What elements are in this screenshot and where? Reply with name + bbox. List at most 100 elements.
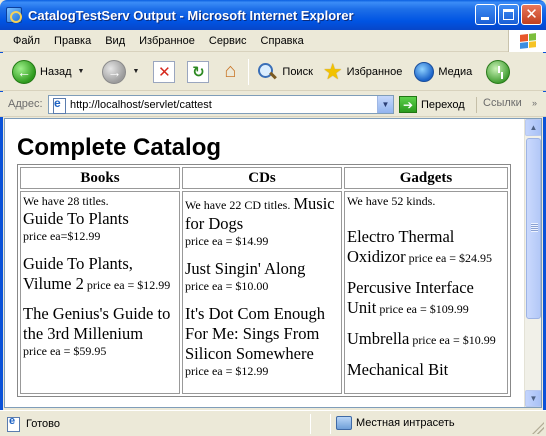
gadget-name: Mechanical Bit [347,360,449,379]
refresh-icon: ↻ [187,60,210,83]
gadget-price: price ea = $109.99 [379,302,469,316]
address-url[interactable]: http://localhost/servlet/cattest [70,99,212,111]
cd-price: price ea = $12.99 [185,364,269,378]
address-input[interactable]: http://localhost/servlet/cattest ▼ [48,95,394,114]
scrollbar-thumb[interactable] [526,138,541,319]
book-price: price ea=$12.99 [23,229,101,243]
stop-button[interactable]: ✕ [151,57,177,87]
go-button[interactable]: ➔ Переход [399,96,465,113]
standard-toolbar: ← Назад ▼ → ▼ ✕ ↻ ⌂ Поиск ★ Избранное Ме… [0,53,546,91]
page-content: Complete Catalog Books CDs Gadgets We ha… [5,119,523,407]
menu-file[interactable]: Файл [6,35,47,47]
search-label: Поиск [282,65,313,78]
links-button[interactable]: Ссылки [476,97,522,113]
forward-dropdown-icon[interactable]: ▼ [132,68,139,75]
ie-window-icon[interactable] [6,7,22,23]
menu-favorites[interactable]: Избранное [132,35,202,47]
status-bar: Готово Местная интрасеть [0,410,546,436]
minimize-icon [481,17,489,20]
status-text: Готово [26,417,60,430]
page-title: Complete Catalog [17,134,222,161]
history-button[interactable] [484,57,512,87]
favorites-button[interactable]: ★ Избранное [321,57,404,87]
book-name: The Genius's Guide to the 3rd Millenium [23,304,171,343]
gadget-name: Umbrella [347,329,410,348]
gadget-price: price ea = $24.95 [408,251,493,265]
search-icon [256,61,278,83]
search-button[interactable]: Поиск [254,57,314,87]
catalog-table: Books CDs Gadgets We have 28 titles. Gui… [17,164,511,397]
intranet-zone-icon [336,416,352,430]
list-item: The Genius's Guide to the 3rd Millenium … [23,304,177,359]
media-label: Медиа [438,65,473,78]
cd-name: Just Singin' Along [185,259,306,278]
cds-intro: We have 22 CD titles. [185,198,291,212]
cd-name: It's Dot Com Enough For Me: Sings From S… [185,304,326,363]
menu-edit[interactable]: Правка [47,35,98,47]
scroll-up-icon[interactable]: ▲ [525,119,541,136]
column-header-books: Books [20,167,180,189]
list-item: Percusive Interface Unit price ea = $109… [347,278,505,318]
status-divider [330,414,331,434]
book-price: price ea = $12.99 [86,278,171,292]
go-arrow-icon: ➔ [399,96,417,113]
favorites-label: Избранное [346,65,403,78]
go-label: Переход [421,98,465,111]
menu-view[interactable]: Вид [98,35,132,47]
list-item: We have 22 CD titles. Music for Dogs pri… [185,194,339,249]
address-label: Адрес: [8,98,43,110]
zone-text: Местная интрасеть [356,417,455,429]
links-chevron-icon[interactable]: » [532,98,537,108]
favorites-star-icon: ★ [322,58,343,84]
security-zone[interactable]: Местная интрасеть [336,416,455,430]
list-item: Umbrella price ea = $10.99 [347,329,505,349]
book-name: Guide To Plants [23,209,129,228]
menu-tools[interactable]: Сервис [202,35,254,47]
book-price: price ea = $59.95 [23,344,107,358]
maximize-button[interactable] [498,4,519,25]
page-icon [51,96,67,114]
forward-arrow-icon: → [102,59,127,84]
table-header-row: Books CDs Gadgets [20,167,508,189]
gadgets-cell: We have 52 kinds. Electro Thermal Oxidiz… [344,191,508,394]
window-controls: ✕ [475,4,542,25]
refresh-button[interactable]: ↻ [185,57,211,87]
back-button[interactable]: ← Назад ▼ [10,57,86,87]
resize-grip-icon[interactable] [532,422,544,434]
column-header-cds: CDs [182,167,342,189]
home-icon: ⌂ [224,60,237,82]
maximize-icon [503,9,514,20]
list-item: Guide To Plants, Vilume 2 price ea = $12… [23,254,177,294]
vertical-scrollbar[interactable]: ▲ ▼ [524,119,541,407]
home-button[interactable]: ⌂ [217,57,243,87]
windows-flag-icon [519,33,536,49]
browser-viewport: Complete Catalog Books CDs Gadgets We ha… [4,118,542,408]
list-item: It's Dot Com Enough For Me: Sings From S… [185,304,339,379]
minimize-button[interactable] [475,4,496,25]
history-icon [486,59,511,84]
window-title: CatalogTestServ Output - Microsoft Inter… [28,7,354,23]
list-item: Mechanical Bit [347,360,505,380]
list-item: Just Singin' Along price ea = $10.00 [185,259,339,294]
address-dropdown-icon[interactable]: ▼ [377,96,393,113]
forward-button[interactable]: → ▼ [100,57,141,87]
address-bar: Адрес: http://localhost/servlet/cattest … [0,92,546,117]
list-item: Guide To Plants price ea=$12.99 [23,209,177,244]
books-cell: We have 28 titles. Guide To Plants price… [20,191,180,394]
cd-price: price ea = $14.99 [185,234,269,248]
menu-bar: Файл Правка Вид Избранное Сервис Справка [0,30,546,52]
page-done-icon [6,415,22,432]
cds-cell: We have 22 CD titles. Music for Dogs pri… [182,191,342,394]
media-button[interactable]: Медиа [412,57,474,87]
table-row: We have 28 titles. Guide To Plants price… [20,191,508,394]
back-dropdown-icon[interactable]: ▼ [78,68,85,75]
menu-help[interactable]: Справка [254,35,311,47]
cd-price: price ea = $10.00 [185,279,269,293]
title-bar[interactable]: CatalogTestServ Output - Microsoft Inter… [0,0,546,30]
windows-logo [508,30,546,52]
gadget-price: price ea = $10.99 [412,333,496,347]
scroll-grip-icon [531,223,538,232]
close-button[interactable]: ✕ [521,4,542,25]
scroll-down-icon[interactable]: ▼ [525,390,541,407]
back-label: Назад [40,65,72,78]
